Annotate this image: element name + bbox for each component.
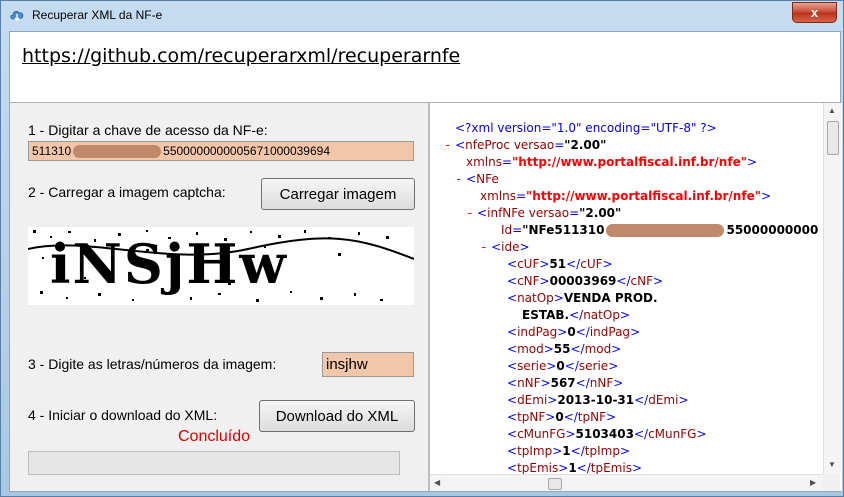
xml-field: <cNF>00003969</cNF> bbox=[507, 274, 664, 288]
scroll-right-icon[interactable]: ▶ bbox=[810, 478, 816, 487]
xml-field: <tpEmis>1</tpEmis> bbox=[507, 461, 643, 475]
scroll-thumb[interactable] bbox=[827, 121, 839, 155]
title-bar[interactable]: Recuperar XML da NF-e x bbox=[1, 1, 843, 29]
redaction bbox=[73, 144, 162, 158]
url-header: https://github.com/recuperarxml/recupera… bbox=[10, 32, 840, 103]
xml-field: <dEmi>2013-10-31</dEmi> bbox=[507, 393, 689, 407]
xml-field: <indPag>0</indPag> bbox=[507, 325, 641, 339]
vertical-scrollbar[interactable]: ▲ ▼ bbox=[823, 103, 841, 474]
xml-field-cont: ESTAB.</natOp> bbox=[522, 308, 630, 322]
xml-field: <serie>0</serie> bbox=[507, 359, 619, 373]
captcha-text: iNSjHw bbox=[50, 232, 288, 296]
step2-label: 2 - Carregar a imagem captcha: bbox=[28, 184, 226, 200]
xml-viewer[interactable]: <?xml version="1.0" encoding="UTF-8" ?> … bbox=[428, 103, 842, 491]
xml-attr-xmlns-nfe: xmlns="http://www.portalfiscal.inf.br/nf… bbox=[480, 189, 772, 203]
status-text: Concluído bbox=[178, 428, 251, 445]
xml-tree: <?xml version="1.0" encoding="UTF-8" ?> … bbox=[430, 103, 823, 491]
close-button[interactable]: x bbox=[792, 2, 837, 23]
xml-field: <cUF>51</cUF> bbox=[507, 257, 613, 271]
scroll-up-icon[interactable]: ▲ bbox=[828, 106, 836, 115]
cloud-download-icon bbox=[10, 10, 24, 21]
form-panel: 1 - Digitar a chave de acesso da NF-e: 5… bbox=[10, 103, 428, 491]
captcha-graphic: iNSjHw bbox=[28, 230, 414, 302]
scroll-thumb[interactable] bbox=[548, 478, 562, 490]
redaction bbox=[606, 224, 725, 237]
xml-attr-id: Id="NFe511310 55000000000 bbox=[501, 223, 819, 237]
key-suffix: 5500000000005671000039694 bbox=[163, 144, 331, 158]
collapse-icon: - bbox=[455, 172, 463, 186]
xml-node-nfeproc[interactable]: - <nfeProc versao="2.00" bbox=[444, 138, 606, 152]
xml-field: <tpImp>1</tpImp> bbox=[507, 444, 630, 458]
step1-label: 1 - Digitar a chave de acesso da NF-e: bbox=[28, 122, 268, 138]
scrollbar-corner bbox=[823, 474, 840, 491]
collapse-icon: - bbox=[466, 206, 474, 220]
progress-bar bbox=[28, 451, 400, 475]
access-key-input[interactable]: 511310 5500000000005671000039694 bbox=[28, 141, 414, 161]
captcha-image: iNSjHw bbox=[28, 227, 414, 305]
xml-attr-xmlns: xmlns="http://www.portalfiscal.inf.br/nf… bbox=[466, 155, 758, 169]
key-prefix: 511310 bbox=[32, 144, 72, 158]
client-area: https://github.com/recuperarxml/recupera… bbox=[9, 31, 842, 492]
step3-label: 3 - Digite as letras/números da imagem: bbox=[28, 356, 277, 372]
xml-node-infnfe[interactable]: - <infNFe versao="2.00" bbox=[466, 206, 621, 220]
scroll-down-icon[interactable]: ▼ bbox=[828, 460, 836, 469]
collapse-icon: - bbox=[444, 138, 452, 152]
xml-field: <natOp>VENDA PROD. bbox=[507, 291, 658, 305]
github-link[interactable]: https://github.com/recuperarxml/recupera… bbox=[22, 45, 460, 67]
xml-node-nfe[interactable]: - <NFe bbox=[455, 172, 499, 186]
xml-declaration: <?xml version="1.0" encoding="UTF-8" ?> bbox=[455, 121, 717, 135]
xml-field: <nNF>567</nNF> bbox=[507, 376, 624, 390]
xml-field: <cMunFG>5103403</cMunFG> bbox=[507, 427, 707, 441]
xml-node-ide[interactable]: - <ide> bbox=[480, 240, 530, 254]
step4-label: 4 - Iniciar o download do XML: bbox=[28, 407, 218, 423]
horizontal-scrollbar[interactable]: ◀ ▶ bbox=[430, 474, 823, 491]
collapse-icon: - bbox=[480, 240, 488, 254]
xml-field: <tpNF>0</tpNF> bbox=[507, 410, 617, 424]
xml-field: <mod>55</mod> bbox=[507, 342, 622, 356]
captcha-answer-input[interactable]: insjhw bbox=[322, 352, 414, 377]
load-captcha-button[interactable]: Carregar imagem bbox=[261, 178, 415, 210]
download-xml-button[interactable]: Download do XML bbox=[259, 400, 415, 432]
window-title: Recuperar XML da NF-e bbox=[32, 8, 163, 22]
scroll-left-icon[interactable]: ◀ bbox=[434, 478, 440, 487]
app-window: Recuperar XML da NF-e x https://github.c… bbox=[0, 0, 844, 497]
